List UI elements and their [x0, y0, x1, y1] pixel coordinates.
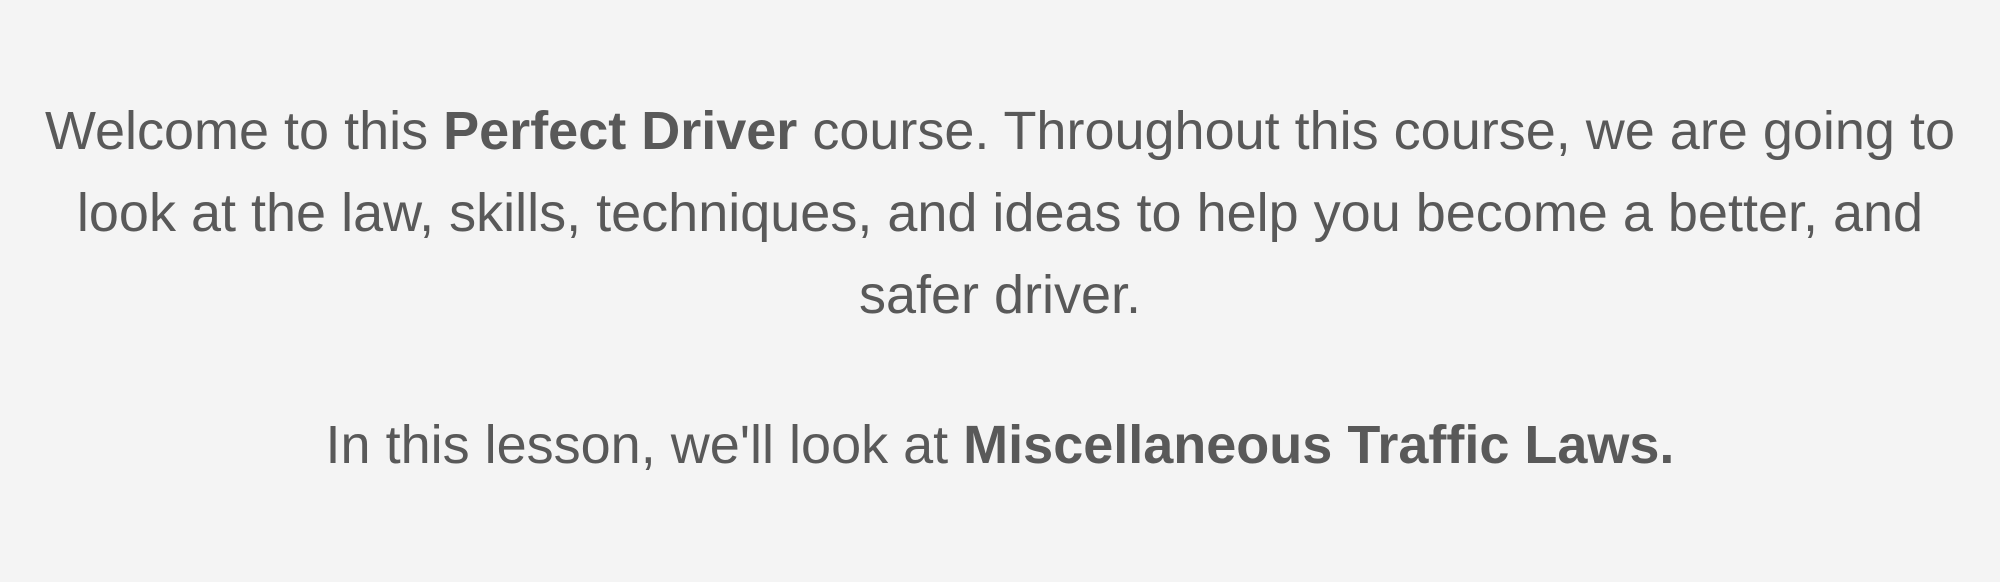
lesson-intro-panel: Welcome to this Perfect Driver course. T…	[0, 0, 2000, 582]
course-welcome-paragraph: Welcome to this Perfect Driver course. T…	[0, 90, 2000, 336]
welcome-text-start: Welcome to this	[44, 101, 444, 161]
lesson-topic: Miscellaneous Traffic Laws.	[963, 415, 1675, 475]
lesson-text-prefix: In this lesson, we'll look at	[325, 415, 964, 475]
lesson-topic-paragraph: In this lesson, we'll look at Miscellane…	[0, 404, 2000, 486]
course-name: Perfect Driver	[443, 101, 798, 161]
